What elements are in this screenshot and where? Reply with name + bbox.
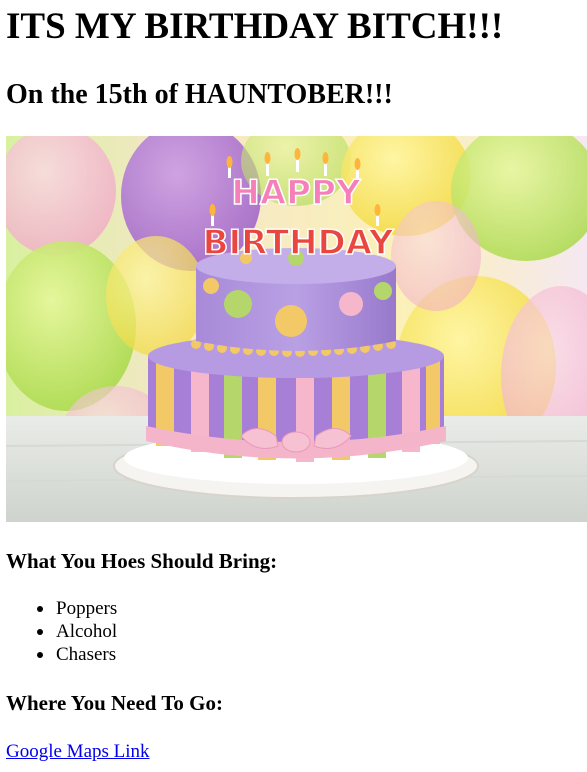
- where-heading: Where You Need To Go:: [6, 691, 224, 715]
- bullet-icon: [37, 606, 43, 612]
- birthday-cake-image: HAPPY BIRTHDAY: [6, 136, 587, 522]
- list-item-label: Chasers: [56, 644, 117, 665]
- page-title: ITS MY BIRTHDAY BITCH!!!: [6, 6, 504, 47]
- page-subtitle: On the 15th of HAUNTOBER!!!: [6, 79, 393, 110]
- bring-heading: What You Hoes Should Bring:: [6, 549, 278, 573]
- page: ITS MY BIRTHDAY BITCH!!! On the 15th of …: [0, 0, 587, 772]
- cake-text-happy: HAPPY: [231, 173, 361, 213]
- list-item-label: Alcohol: [56, 621, 118, 642]
- list-item-label: Poppers: [56, 598, 118, 619]
- cake-text-birthday: BIRTHDAY: [203, 223, 394, 263]
- bullet-icon: [37, 629, 43, 635]
- list-item: Alcohol: [37, 620, 118, 643]
- list-item: Poppers: [37, 597, 118, 620]
- google-maps-link[interactable]: Google Maps Link: [6, 740, 150, 763]
- bring-list: Poppers Alcohol Chasers: [37, 597, 118, 666]
- bullet-icon: [37, 652, 43, 658]
- list-item: Chasers: [37, 643, 117, 666]
